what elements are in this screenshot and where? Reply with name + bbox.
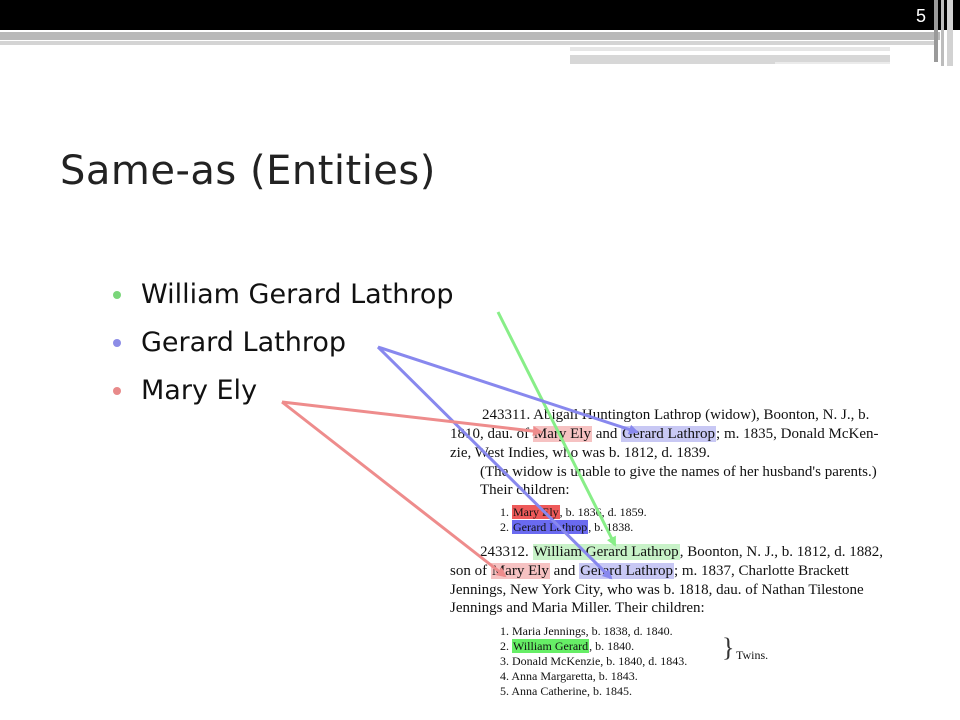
list-item-gerard-lathrop: Gerard Lathrop bbox=[113, 324, 454, 372]
bullet-dot bbox=[113, 339, 121, 347]
bullet-dot bbox=[113, 291, 121, 299]
child-line: 3. Donald McKenzie, b. 1840, d. 1843. bbox=[500, 654, 688, 668]
genealogy-document: 243311. Abigail Huntington Lathrop (wido… bbox=[448, 405, 948, 705]
child-line: 2. Gerard Lathrop, b. 1838. bbox=[500, 520, 634, 534]
doc-line: 1810, dau. of Mary Ely and Gerard Lathro… bbox=[450, 426, 879, 442]
decor-stripe bbox=[0, 32, 940, 40]
mention-gerard-lathrop: Gerard Lathrop bbox=[512, 520, 589, 534]
list-item-label: Gerard Lathrop bbox=[141, 327, 346, 358]
mention-william-gerard: William Gerard bbox=[512, 639, 590, 653]
list-item-label: Mary Ely bbox=[141, 375, 258, 406]
decor-stripe bbox=[570, 47, 890, 51]
bullet-dot bbox=[113, 387, 121, 395]
list-item-william-gerard-lathrop: William Gerard Lathrop bbox=[113, 276, 454, 324]
child-line: 4. Anna Margaretta, b. 1843. bbox=[500, 669, 638, 683]
decor-stripe bbox=[0, 41, 935, 45]
child-line: 1. Maria Jennings, b. 1838, d. 1840. bbox=[500, 624, 673, 638]
entity-list: William Gerard Lathrop Gerard Lathrop Ma… bbox=[113, 276, 454, 420]
doc-line: Jennings and Maria Miller. Their childre… bbox=[450, 600, 705, 616]
child-line: 1. Mary Ely, b. 1836, d. 1859. bbox=[500, 505, 647, 519]
doc-line: son of Mary Ely and Gerard Lathrop; m. 1… bbox=[450, 563, 849, 579]
mention-mary-ely: Mary Ely bbox=[512, 505, 560, 519]
twins-label: Twins. bbox=[736, 648, 769, 662]
child-line: 2. William Gerard, b. 1840. bbox=[500, 639, 635, 653]
decor-vertical-stripe bbox=[947, 0, 953, 66]
child-line: 5. Anna Catherine, b. 1845. bbox=[500, 684, 632, 698]
mention-mary-ely: Mary Ely bbox=[490, 563, 550, 579]
doc-line: Their children: bbox=[480, 482, 570, 498]
mention-mary-ely: Mary Ely bbox=[532, 426, 592, 442]
decor-vertical-stripe bbox=[934, 0, 938, 62]
doc-line: zie, West Indies, who was b. 1812, d. 18… bbox=[450, 445, 711, 461]
list-item-label: William Gerard Lathrop bbox=[141, 279, 454, 310]
top-black-bar bbox=[0, 0, 960, 30]
page-number: 5 bbox=[915, 6, 926, 26]
doc-line: 243312. William Gerard Lathrop, Boonton,… bbox=[480, 544, 884, 560]
mention-gerard-lathrop: Gerard Lathrop bbox=[621, 426, 717, 442]
decor-stripe bbox=[775, 62, 890, 64]
twins-brace: } bbox=[722, 633, 735, 662]
mention-gerard-lathrop: Gerard Lathrop bbox=[579, 563, 674, 579]
doc-line: 243311. Abigail Huntington Lathrop (wido… bbox=[482, 407, 870, 423]
list-item-mary-ely: Mary Ely bbox=[113, 372, 454, 420]
top-decoration bbox=[0, 0, 960, 66]
slide-title: Same-as (Entities) bbox=[60, 148, 436, 194]
doc-line: (The widow is unable to give the names o… bbox=[480, 464, 877, 480]
decor-vertical-stripe bbox=[941, 0, 944, 66]
doc-line: Jennings, New York City, who was b. 1818… bbox=[450, 582, 864, 598]
mention-william-gerard-lathrop: William Gerard Lathrop bbox=[532, 544, 680, 560]
